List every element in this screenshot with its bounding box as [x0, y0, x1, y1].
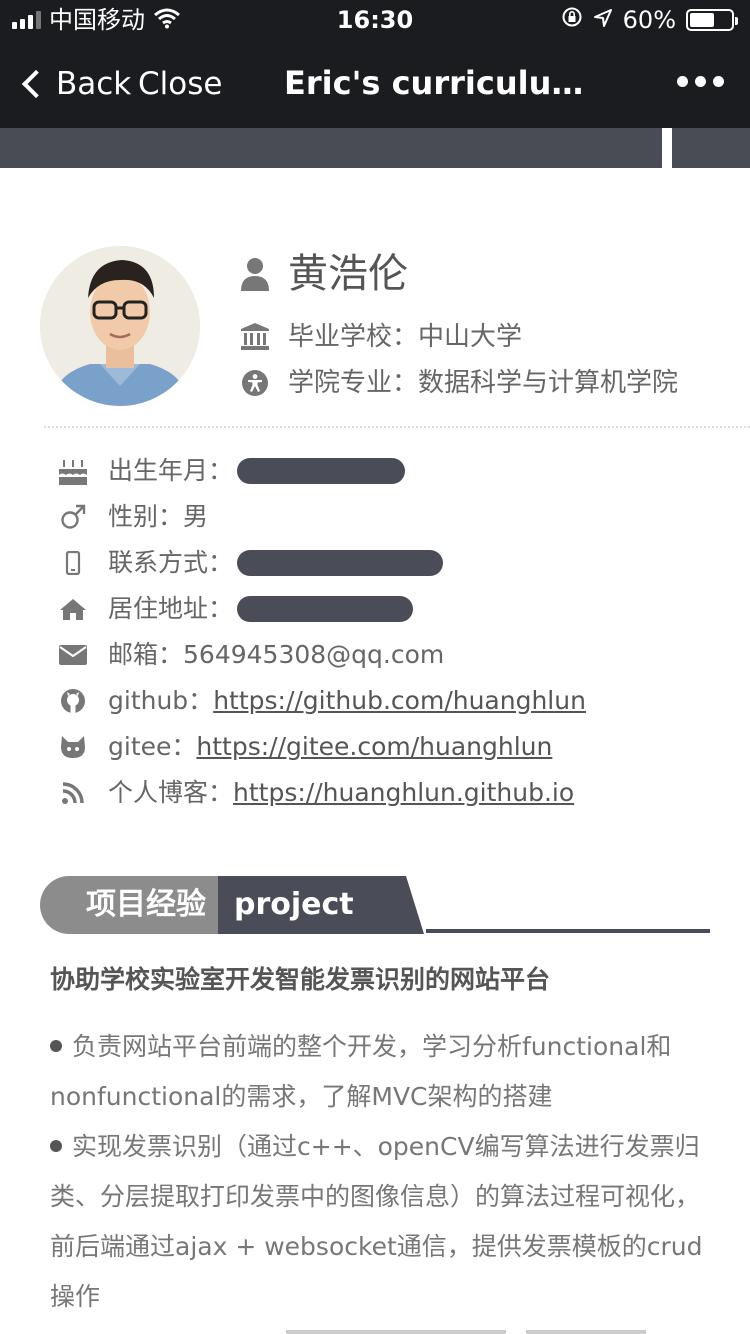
male-icon — [58, 502, 88, 532]
status-bar: 中国移动 16:30 60% — [0, 0, 750, 40]
rss-icon — [58, 778, 88, 808]
project-bullets: 负责网站平台前端的整个开发，学习分析functional和nonfunction… — [50, 1022, 710, 1322]
nav-bar: Back Close Eric's curriculum... — [0, 40, 750, 128]
more-dot-icon — [695, 76, 706, 87]
project-title: 协助学校实验室开发智能发票识别的网站平台 — [50, 965, 551, 994]
gender-label: 性别： — [108, 502, 184, 531]
contact-label: 联系方式： — [108, 548, 234, 577]
gender-row: 性别： 男 — [58, 500, 208, 534]
gitee-label: gitee： — [108, 732, 197, 761]
major-row: 学院专业： 数据科学与计算机学院 — [240, 366, 678, 400]
birthday-cake-icon — [58, 456, 88, 486]
universal-access-icon — [240, 368, 270, 398]
name-row: 黄浩伦 — [240, 250, 408, 298]
section-header-project: 项目经验 project — [40, 876, 710, 934]
github-link[interactable]: https://github.com/huanghlun — [213, 684, 586, 718]
birth-row: 出生年月： — [58, 454, 406, 488]
bullet-text: 实现发票识别（通过c++、openCV编写算法进行发票归类、分层提取打印发票中的… — [50, 1132, 703, 1311]
gender-value: 男 — [183, 502, 209, 531]
gitee-row: gitee： https://gitee.com/huanghlun — [58, 730, 552, 764]
section-title-cn: 项目经验 — [40, 876, 222, 934]
orientation-lock-icon — [561, 6, 583, 34]
bullet-text: 负责网站平台前端的整个开发，学习分析functional和nonfunction… — [50, 1032, 672, 1111]
school-value: 中山大学 — [418, 322, 523, 352]
email-value: 564945308@qq.com — [183, 640, 445, 669]
gitee-link[interactable]: https://gitee.com/huanghlun — [196, 730, 552, 764]
blog-link[interactable]: https://huanghlun.github.io — [233, 776, 574, 810]
bullet-item: 实现发票识别（通过c++、openCV编写算法进行发票归类、分层提取打印发票中的… — [50, 1122, 710, 1322]
bullet-dot-icon — [50, 1140, 62, 1152]
more-dot-icon — [677, 76, 688, 87]
page-top-band — [0, 128, 750, 168]
github-icon — [58, 686, 88, 716]
github-row: github： https://github.com/huanghlun — [58, 684, 586, 718]
band-gap — [662, 128, 672, 168]
battery-icon — [686, 9, 738, 31]
contact-redacted — [237, 550, 444, 576]
location-icon — [593, 6, 613, 34]
battery-level — [690, 13, 714, 27]
status-right: 60% — [561, 6, 738, 34]
school-row: 毕业学校： 中山大学 — [240, 320, 522, 354]
page-title: Eric's curriculum... — [284, 64, 614, 102]
blog-row: 个人博客： https://huanghlun.github.io — [58, 776, 574, 810]
more-dot-icon — [713, 76, 724, 87]
avatar — [40, 246, 200, 406]
section-title-en: project — [218, 876, 424, 934]
email-label: 邮箱： — [108, 640, 184, 669]
back-button[interactable]: Back — [20, 64, 131, 104]
section-underline — [426, 929, 710, 933]
school-label: 毕业学校： — [288, 322, 419, 352]
major-label: 学院专业： — [288, 368, 419, 398]
bullet-dot-icon — [50, 1040, 62, 1052]
address-row: 居住地址： — [58, 592, 414, 626]
profile-divider — [44, 426, 750, 428]
birth-redacted — [237, 458, 406, 484]
contact-row: 联系方式： — [58, 546, 444, 580]
cut-off-content — [50, 1318, 710, 1334]
major-value: 数据科学与计算机学院 — [418, 368, 679, 398]
university-icon — [240, 322, 270, 352]
gitee-icon — [58, 732, 88, 762]
birth-label: 出生年月： — [108, 456, 234, 485]
more-options-button[interactable] — [677, 76, 724, 87]
home-icon — [58, 594, 88, 624]
profile-name: 黄浩伦 — [288, 251, 408, 297]
battery-percent: 60% — [622, 6, 676, 34]
bullet-item: 负责网站平台前端的整个开发，学习分析functional和nonfunction… — [50, 1022, 710, 1122]
blog-label: 个人博客： — [108, 778, 234, 807]
github-label: github： — [108, 686, 214, 715]
address-label: 居住地址： — [108, 594, 234, 623]
mobile-icon — [58, 548, 88, 578]
back-label: Back — [56, 66, 132, 102]
address-redacted — [237, 596, 414, 622]
envelope-icon — [58, 640, 88, 670]
chevron-left-icon — [21, 69, 51, 99]
email-row: 邮箱： 564945308@qq.com — [58, 638, 444, 672]
user-icon — [240, 258, 270, 291]
close-button[interactable]: Close — [138, 64, 222, 104]
